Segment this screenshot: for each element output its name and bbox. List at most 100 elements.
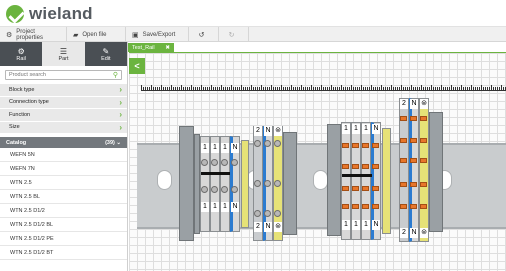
document-tab-label: Test_Rail [132, 44, 155, 51]
catalog-item[interactable]: WTN 2.5 D1/2 BL [0, 218, 127, 232]
product-search-input[interactable] [9, 72, 113, 78]
push-in-lever[interactable] [372, 204, 379, 209]
push-in-lever[interactable] [400, 158, 407, 163]
push-in-lever[interactable] [400, 182, 407, 187]
ruler-tick [373, 87, 374, 90]
tab-rail-label: Rail [16, 55, 26, 62]
ruler-tick [175, 87, 176, 90]
push-in-lever[interactable] [420, 116, 427, 121]
ruler-tick [271, 85, 272, 90]
tab-rail[interactable]: ⚙ Rail [0, 42, 42, 66]
catalog-item[interactable]: WEFN 7N [0, 162, 127, 176]
catalog-item[interactable]: WTN 2.5 D1/2 [0, 204, 127, 218]
terminal-block-pe[interactable] [382, 128, 391, 234]
catalog-header[interactable]: Catalog (39) ⌄ [0, 137, 127, 148]
ruler-tick [459, 87, 460, 90]
ruler-tick [305, 87, 306, 90]
undo-button[interactable]: ↺ [189, 27, 219, 42]
ruler-tick [193, 87, 194, 90]
push-in-lever[interactable] [362, 204, 369, 209]
screw-icon [231, 159, 238, 166]
open-file-button[interactable]: ▰ Open file [67, 27, 126, 42]
filter-size[interactable]: Size › [0, 120, 127, 133]
ruler-tick [389, 87, 390, 90]
push-in-lever[interactable] [410, 138, 417, 143]
ruler-tick [221, 85, 222, 90]
end-bracket[interactable] [429, 112, 443, 232]
ruler-tick [497, 87, 498, 90]
end-bracket[interactable] [283, 132, 297, 235]
filter-label: Size [9, 124, 20, 131]
ruler-tick [361, 85, 362, 90]
push-in-lever[interactable] [372, 186, 379, 191]
ruler-tick [407, 87, 408, 90]
ruler-tick [255, 87, 256, 90]
push-in-lever[interactable] [362, 143, 369, 148]
close-icon[interactable]: ✖ [165, 45, 170, 51]
terminal-group-2[interactable]: 1 1 1 N 1 1 1 N 2 N ⊜ 2 N ⊜ [327, 98, 449, 242]
jumper-bridge[interactable] [342, 174, 372, 177]
product-search: ⚲ [5, 70, 122, 80]
project-properties-button[interactable]: ⚙ Project properties [0, 27, 67, 42]
end-bracket[interactable] [179, 126, 194, 241]
ruler-tick [237, 87, 238, 90]
push-in-lever[interactable] [342, 204, 349, 209]
ruler-tick [215, 87, 216, 90]
push-in-lever[interactable] [342, 186, 349, 191]
catalog-item[interactable]: WTN 2.5 D1/2 BT [0, 246, 127, 260]
ruler-tick [275, 87, 276, 90]
push-in-lever[interactable] [420, 204, 427, 209]
filter-function[interactable]: Function › [0, 108, 127, 121]
terminal-block-pe[interactable] [241, 140, 249, 228]
chevron-right-icon: › [119, 110, 122, 120]
push-in-lever[interactable] [410, 182, 417, 187]
marker-label: N [231, 202, 239, 212]
terminal-group-1[interactable]: 1 1 1 N 1 1 1 N 2 N ⊜ 2 N ⊜ [179, 126, 299, 241]
logo-text: wieland [29, 4, 93, 23]
push-in-lever[interactable] [420, 182, 427, 187]
catalog-item[interactable]: WTN 2.5 BL [0, 190, 127, 204]
ruler-tick [251, 85, 252, 90]
push-in-lever[interactable] [400, 116, 407, 121]
ruler-tick [419, 87, 420, 90]
filter-connection-type[interactable]: Connection type › [0, 95, 127, 108]
push-in-lever[interactable] [372, 164, 379, 169]
push-in-lever[interactable] [410, 158, 417, 163]
push-in-lever[interactable] [362, 186, 369, 191]
tab-part[interactable]: ☰ Part [42, 42, 85, 66]
push-in-lever[interactable] [362, 164, 369, 169]
push-in-lever[interactable] [410, 116, 417, 121]
document-tab[interactable]: Test_Rail ✖ [128, 43, 174, 52]
ruler-tick [397, 87, 398, 90]
catalog-item[interactable]: WEFN 5N [0, 148, 127, 162]
redo-button[interactable]: ↻ [219, 27, 249, 42]
search-icon[interactable]: ⚲ [113, 71, 118, 79]
push-in-lever[interactable] [420, 158, 427, 163]
push-in-lever[interactable] [420, 138, 427, 143]
ruler-tick [177, 87, 178, 90]
push-in-lever[interactable] [400, 138, 407, 143]
push-in-lever[interactable] [352, 186, 359, 191]
ruler-tick [447, 87, 448, 90]
ruler-tick [471, 85, 472, 90]
jumper-bridge[interactable] [201, 172, 230, 175]
push-in-lever[interactable] [352, 164, 359, 169]
ruler-tick [337, 87, 338, 90]
filter-block-type[interactable]: Block type › [0, 83, 127, 96]
catalog-item[interactable]: WTN 2.5 D1/2 PE [0, 232, 127, 246]
push-in-lever[interactable] [410, 204, 417, 209]
catalog-item[interactable]: WTN 2.5 [0, 176, 127, 190]
ruler-tick [229, 87, 230, 90]
tab-edit[interactable]: ✎ Edit [85, 42, 127, 66]
ruler-tick [371, 85, 372, 90]
push-in-lever[interactable] [342, 164, 349, 169]
push-in-lever[interactable] [400, 204, 407, 209]
push-in-lever[interactable] [352, 204, 359, 209]
push-in-lever[interactable] [352, 143, 359, 148]
push-in-lever[interactable] [342, 143, 349, 148]
chevron-right-icon: › [119, 85, 122, 95]
push-in-lever[interactable] [372, 143, 379, 148]
end-bracket[interactable] [327, 124, 341, 236]
save-export-button[interactable]: ▣ Save/Export [126, 27, 189, 42]
collapse-panel-button[interactable]: < [129, 58, 145, 74]
